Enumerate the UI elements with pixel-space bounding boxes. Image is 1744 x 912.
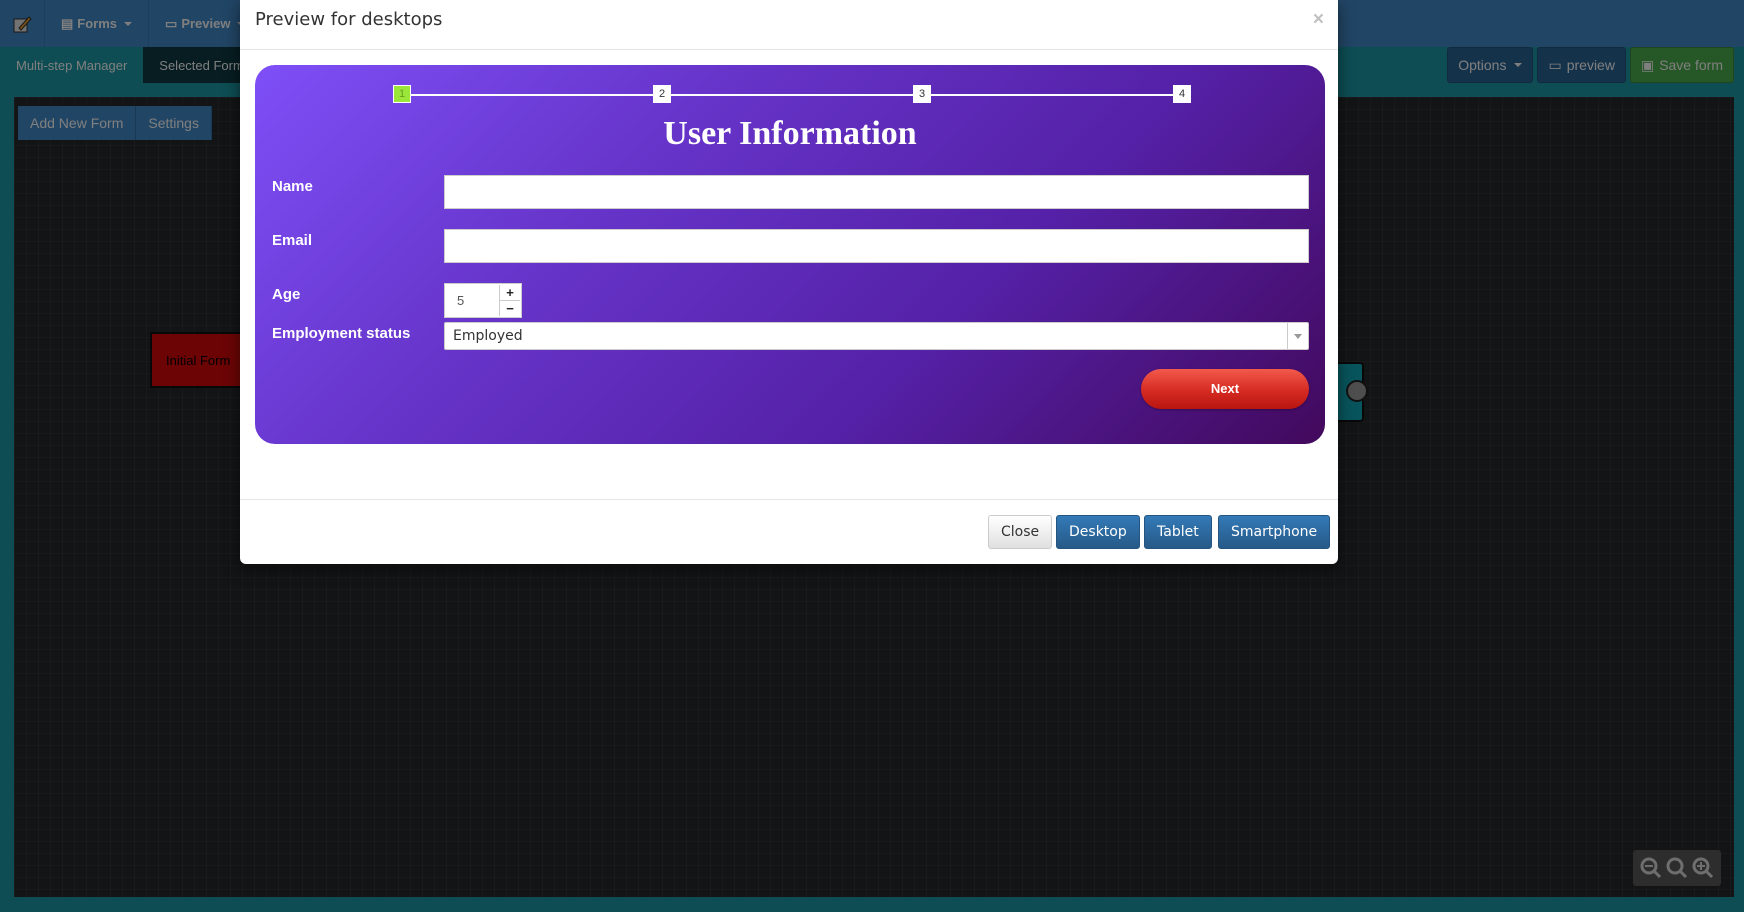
name-label: Name [272, 178, 313, 195]
tablet-button[interactable]: Tablet [1144, 515, 1212, 549]
stepper-buttons: + − [499, 285, 520, 316]
preview-modal: Preview for desktops × 1 2 3 4 User Info… [240, 0, 1338, 564]
close-button[interactable]: Close [988, 515, 1053, 549]
form-preview-card: 1 2 3 4 User Information Name Email Age … [255, 65, 1325, 444]
email-label: Email [272, 232, 313, 249]
employment-status-value: Employed [453, 328, 523, 344]
close-icon[interactable]: × [1313, 10, 1324, 29]
increment-icon[interactable]: + [500, 285, 520, 301]
email-input[interactable] [444, 229, 1309, 263]
step-indicator-4[interactable]: 4 [1173, 85, 1191, 103]
dropdown-arrow-icon[interactable] [1287, 323, 1308, 349]
age-label: Age [272, 286, 301, 303]
age-value: 5 [457, 293, 465, 308]
smartphone-button[interactable]: Smartphone [1218, 515, 1331, 549]
form-title: User Information [663, 115, 917, 152]
modal-footer: Close Desktop Tablet Smartphone [240, 499, 1338, 565]
modal-header: Preview for desktops × [240, 0, 1338, 50]
age-stepper[interactable]: 5 + − [444, 283, 522, 318]
step-indicator-2[interactable]: 2 [653, 85, 671, 103]
next-button[interactable]: Next [1141, 369, 1309, 409]
decrement-icon[interactable]: − [500, 301, 520, 316]
employment-status-select[interactable]: Employed [444, 322, 1309, 350]
step-indicator-1[interactable]: 1 [393, 85, 411, 103]
desktop-button[interactable]: Desktop [1056, 515, 1140, 549]
step-indicator-3[interactable]: 3 [913, 85, 931, 103]
name-input[interactable] [444, 175, 1309, 209]
modal-title: Preview for desktops [255, 9, 443, 30]
progress-line [402, 94, 1176, 96]
employment-status-label: Employment status [272, 325, 411, 342]
